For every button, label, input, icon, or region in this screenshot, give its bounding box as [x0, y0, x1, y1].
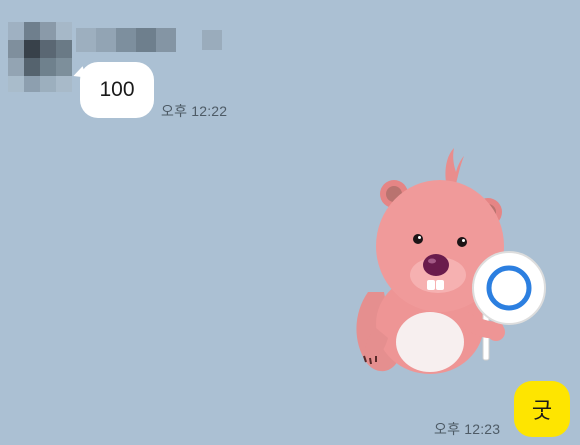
incoming-message-text: 100 — [99, 78, 135, 101]
outgoing-message-bubble[interactable]: 굿 — [514, 381, 570, 437]
sender-name-mosaic — [76, 28, 222, 52]
outgoing-message-text: 굿 — [531, 399, 553, 424]
incoming-message-bubble[interactable]: 100 — [80, 62, 154, 118]
beaver-holding-o-sign-icon — [356, 148, 546, 374]
chat-room: 100 오후 12:22 오후 12:23 굿 — [0, 0, 580, 445]
sender-avatar[interactable] — [8, 22, 72, 92]
outgoing-message-time: 오후 12:23 — [434, 421, 501, 437]
sender-name — [76, 28, 222, 52]
beaver-sticker[interactable] — [348, 142, 558, 376]
incoming-message-time: 오후 12:22 — [161, 103, 228, 119]
avatar-mosaic — [8, 22, 72, 92]
